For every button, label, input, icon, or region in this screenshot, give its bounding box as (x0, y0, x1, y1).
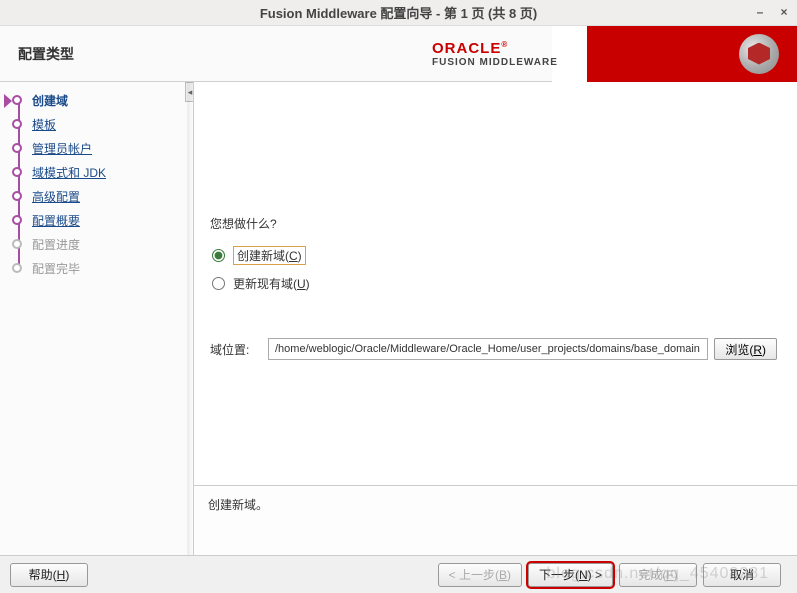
cancel-button[interactable]: 取消 (703, 563, 781, 587)
content-pane: 您想做什么? 创建新域(C) 更新现有域(U) 域位置: 浏览(R) 创建新域。 (194, 82, 797, 555)
minimize-icon[interactable]: – (753, 6, 767, 20)
next-button[interactable]: 下一步(N) > (528, 563, 613, 587)
sidebar-step-create-domain[interactable]: 创建域 (12, 88, 193, 112)
sidebar-step-progress: 配置进度 (12, 232, 193, 256)
window-title: Fusion Middleware 配置向导 - 第 1 页 (共 8 页) (0, 3, 797, 22)
help-button[interactable]: 帮助(H) (10, 563, 88, 587)
close-icon[interactable]: × (777, 6, 791, 20)
sidebar-step-label: 模板 (32, 116, 56, 133)
sidebar-step-label: 配置完毕 (32, 260, 80, 277)
header: 配置类型 ORACLE® FUSION MIDDLEWARE (0, 26, 797, 82)
sidebar-step-admin-account[interactable]: 管理员帐户 (12, 136, 193, 160)
sidebar-step-label: 配置概要 (32, 212, 80, 229)
domain-path-label: 域位置: (210, 341, 262, 358)
oracle-logo: ORACLE® (432, 40, 558, 57)
domain-path-input[interactable] (268, 338, 708, 360)
finish-button: 完成(F) (619, 563, 697, 587)
sidebar-step-complete: 配置完毕 (12, 256, 193, 280)
sidebar-step-label: 配置进度 (32, 236, 80, 253)
radio-update-domain[interactable] (212, 277, 225, 290)
browse-button[interactable]: 浏览(R) (714, 338, 777, 360)
oracle-logo-subtitle: FUSION MIDDLEWARE (432, 57, 558, 68)
back-button: < 上一步(B) (438, 563, 522, 587)
question-label: 您想做什么? (210, 215, 777, 232)
radio-create-domain[interactable] (212, 249, 225, 262)
brand-banner: ORACLE® FUSION MIDDLEWARE (552, 26, 797, 82)
oracle-hex-icon (739, 34, 779, 74)
sidebar-step-advanced[interactable]: 高级配置 (12, 184, 193, 208)
wizard-sidebar: ◂ 创建域 模板 管理员帐户 域模式和 JDK 高级配置 (0, 82, 194, 555)
title-bar: Fusion Middleware 配置向导 - 第 1 页 (共 8 页) –… (0, 0, 797, 26)
sidebar-step-label: 创建域 (32, 92, 68, 109)
status-message: 创建新域。 (208, 498, 268, 512)
sidebar-step-templates[interactable]: 模板 (12, 112, 193, 136)
status-area: 创建新域。 (194, 485, 797, 555)
sidebar-step-label: 高级配置 (32, 188, 80, 205)
sidebar-collapse-handle[interactable]: ◂ (185, 82, 194, 102)
radio-update-domain-label[interactable]: 更新现有域(U) (233, 275, 310, 292)
sidebar-step-domain-mode-jdk[interactable]: 域模式和 JDK (12, 160, 193, 184)
footer: 帮助(H) < 上一步(B) 下一步(N) > 完成(F) 取消 blog.cs… (0, 555, 797, 593)
sidebar-step-label: 管理员帐户 (32, 140, 92, 157)
sidebar-step-label: 域模式和 JDK (32, 164, 106, 181)
radio-create-domain-label[interactable]: 创建新域(C) (233, 246, 306, 265)
sidebar-step-summary[interactable]: 配置概要 (12, 208, 193, 232)
